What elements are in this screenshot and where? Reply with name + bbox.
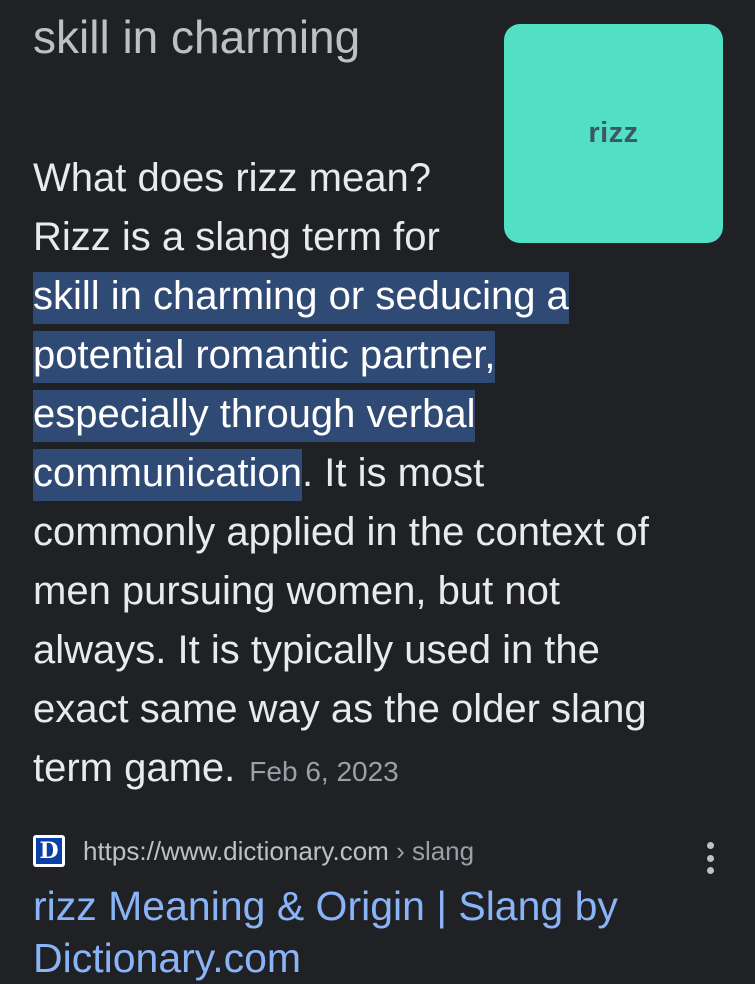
thumbnail-label: rizz [588,117,639,149]
source-attribution[interactable]: D https://www.dictionary.com › slang [33,834,474,868]
source-url-breadcrumb: › slang [388,835,475,866]
highlighted-text: especially through verbal [33,390,476,442]
more-options-icon[interactable] [692,838,728,878]
snippet-heading: skill in charming [33,11,361,63]
body-line: commonly applied in the context of [33,510,649,554]
menu-dot [706,867,714,874]
dictionary-favicon-icon: D [33,835,65,867]
menu-dot [706,854,714,862]
continuation-text: . It is most [302,451,485,495]
body-line: men pursuing women, but not [33,569,560,613]
featured-snippet-text: What does rizz mean? Rizz is a slang ter… [33,149,733,801]
highlight-line: skill in charming or seducing a [33,267,733,326]
source-url-domain: https://www.dictionary.com [83,835,389,866]
question-line: What does rizz mean? [33,156,431,200]
result-title-link[interactable]: rizz Meaning & Origin | Slang by Diction… [33,880,733,984]
intro-line: Rizz is a slang term for [33,215,440,259]
favicon-letter: D [36,838,62,864]
last-line: term game. Feb 6, 2023 [33,739,733,801]
highlight-line: potential romantic partner, [33,326,733,385]
result-title-line: Dictionary.com [33,935,302,981]
highlight-line: especially through verbal [33,385,733,444]
highlighted-text: skill in charming or seducing a [33,272,569,324]
source-url[interactable]: https://www.dictionary.com › slang [83,836,474,867]
body-line: always. It is typically used in the [33,628,600,672]
highlighted-text: communication [33,449,303,501]
highlight-line: communication. It is most [33,444,733,503]
body-line: exact same way as the older slang [33,687,647,731]
menu-dot [706,842,714,849]
snippet-date: Feb 6, 2023 [249,756,399,787]
result-title-line: rizz Meaning & Origin | Slang by [33,883,618,929]
highlighted-text: potential romantic partner, [33,331,496,383]
last-line-text: term game. [33,746,236,790]
